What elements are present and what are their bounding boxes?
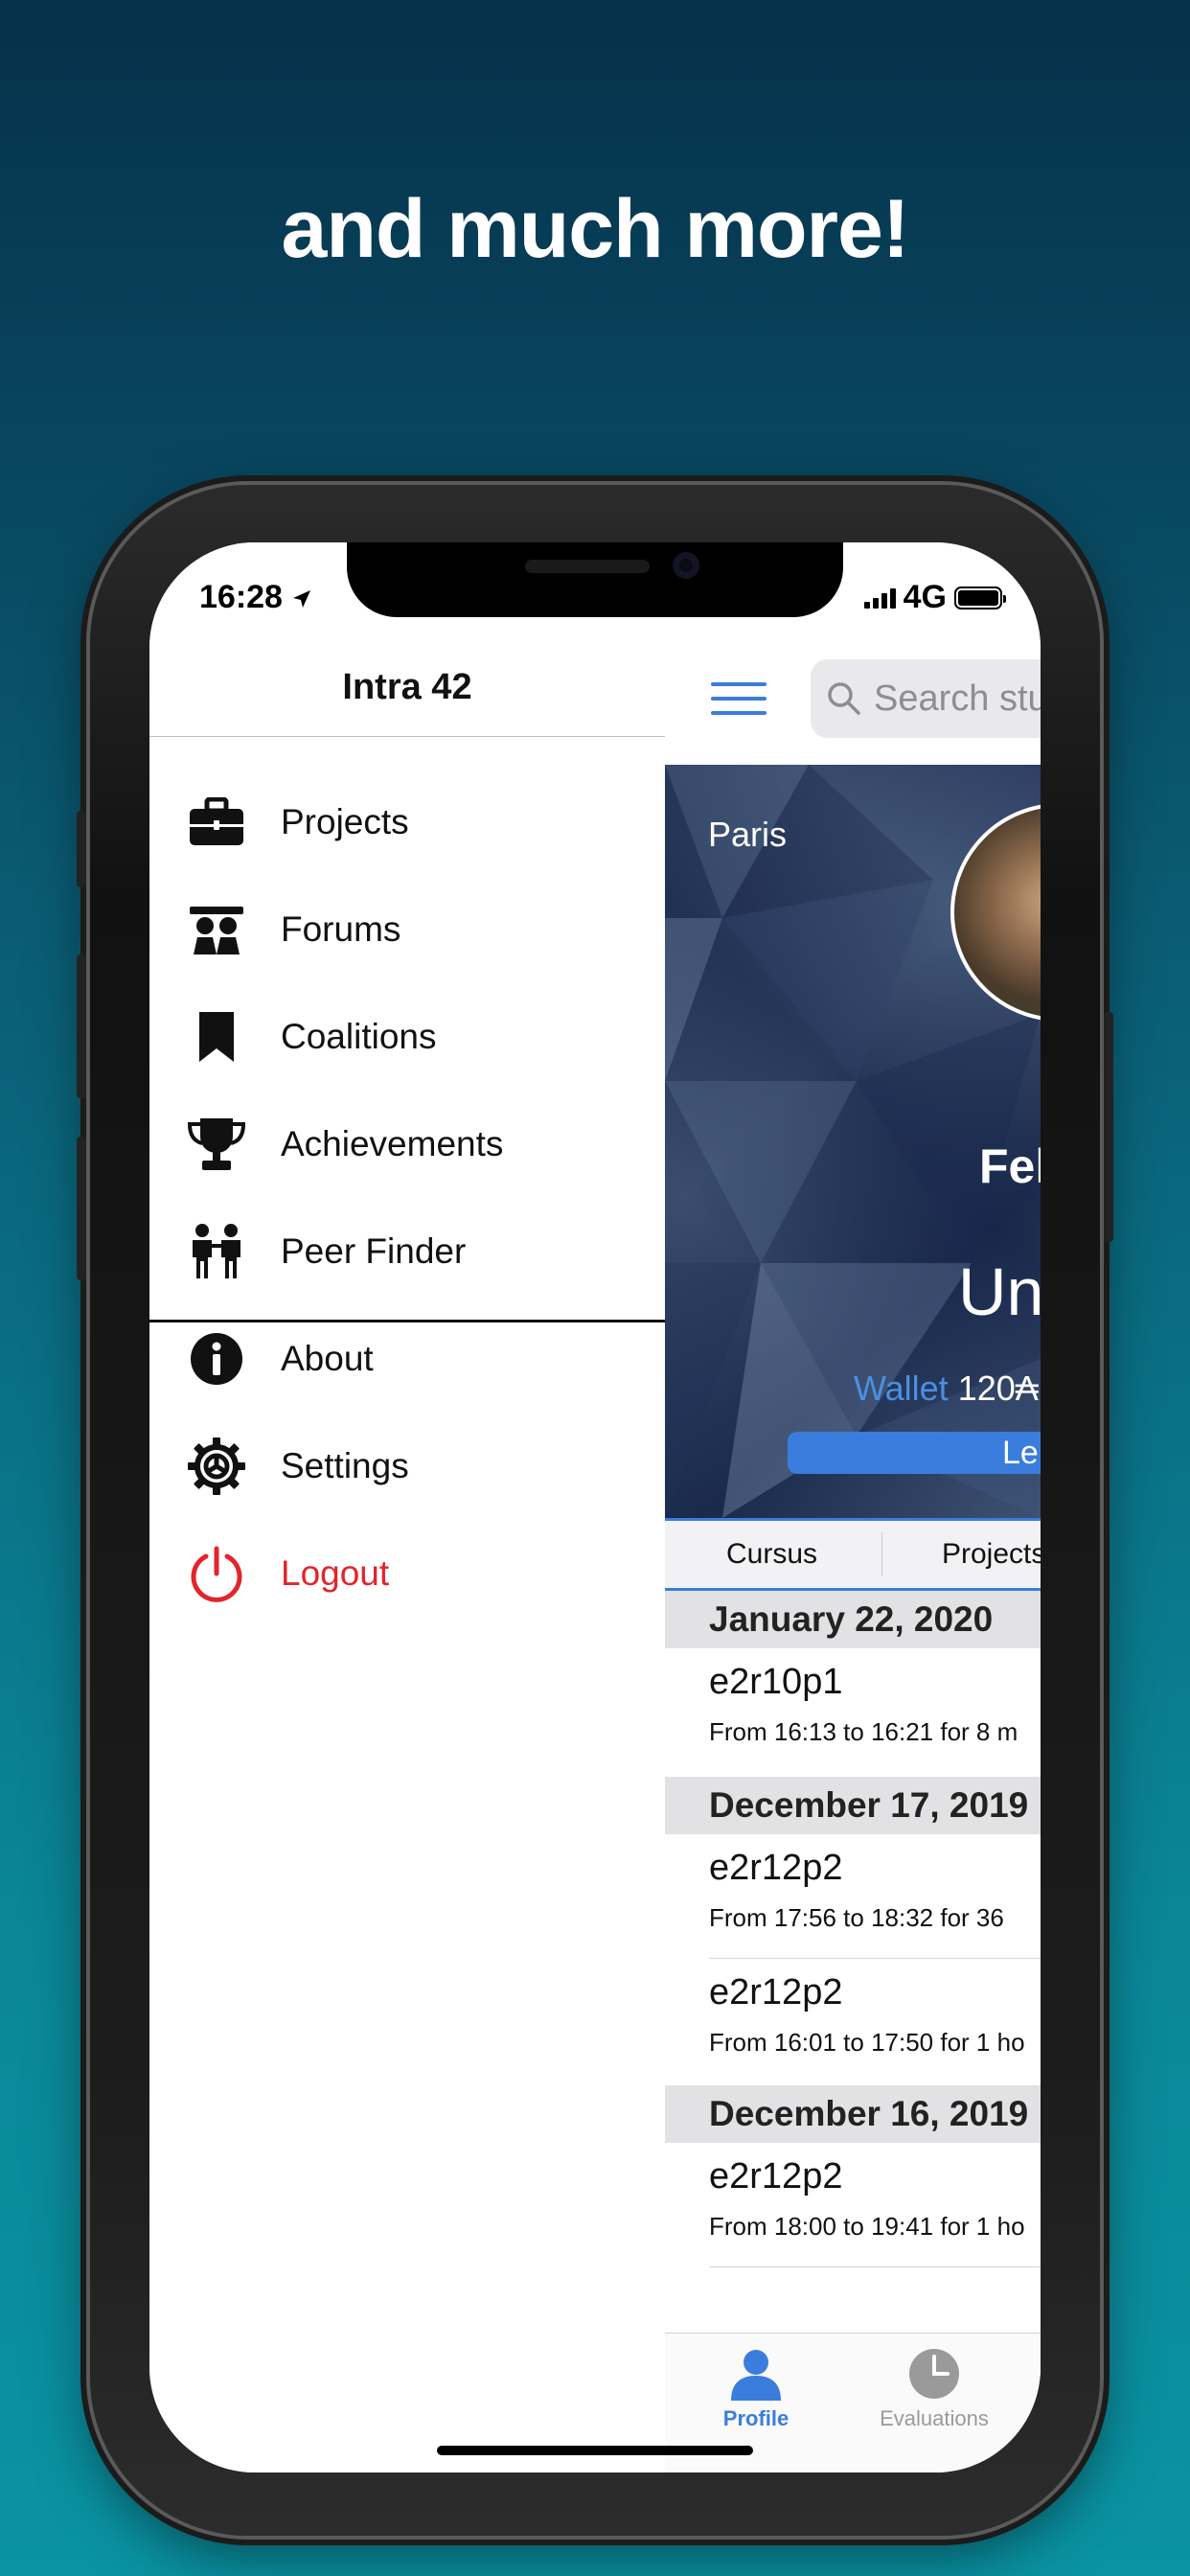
volume-up-button <box>77 954 86 1098</box>
side-drawer: Intra 42 Projects Forums Coalitions Achi… <box>149 542 665 2472</box>
segment-tabs: Cursus Projects <box>665 1518 1041 1591</box>
notch <box>347 542 843 617</box>
home-indicator[interactable] <box>437 2446 753 2455</box>
network-label: 4G <box>903 579 947 615</box>
tabbar-evaluations[interactable]: Evaluations <box>862 2347 1006 2431</box>
log-host: e2r12p2 <box>709 1972 843 2012</box>
menu-item-about[interactable]: About <box>149 1311 665 1407</box>
level-progress-bar: Le <box>788 1432 1041 1474</box>
search-icon <box>828 682 860 715</box>
trophy-icon <box>186 1114 247 1175</box>
menu-label-about: About <box>281 1339 374 1378</box>
battery-icon <box>954 586 1006 610</box>
menu-item-projects[interactable]: Projects <box>149 774 665 870</box>
menu-label-forums: Forums <box>281 909 401 949</box>
list-item[interactable]: e2r12p2 From 16:01 to 17:50 for 1 ho <box>665 1959 1041 2083</box>
list-item[interactable]: e2r12p2 From 18:00 to 19:41 for 1 ho <box>665 2143 1041 2267</box>
menu-label-peer-finder: Peer Finder <box>281 1231 467 1271</box>
menu-item-logout[interactable]: Logout <box>149 1526 665 1622</box>
wallet-label: Wallet <box>854 1368 949 1408</box>
menu-label-coalitions: Coalitions <box>281 1017 437 1056</box>
log-section-header: December 16, 2019 <box>665 2085 1041 2143</box>
profile-status: Un <box>958 1254 1041 1329</box>
main-content: Search stu Paris Fel Un <box>665 542 1041 2472</box>
status-time-text: 16:28 <box>199 579 283 615</box>
status-indicators: 4G <box>863 579 1006 616</box>
search-input[interactable]: Search stu <box>811 659 1041 738</box>
tabbar-profile[interactable]: Profile <box>684 2347 828 2431</box>
power-button <box>1104 1012 1113 1242</box>
power-icon <box>186 1543 247 1604</box>
search-placeholder: Search stu <box>874 678 1041 719</box>
status-time: 16:28 <box>199 579 312 616</box>
location-arrow-icon <box>293 590 311 608</box>
menu-item-peer-finder[interactable]: Peer Finder <box>149 1204 665 1300</box>
log-section-header: January 22, 2020 <box>665 1591 1041 1648</box>
tabbar-profile-label: Profile <box>722 2406 790 2430</box>
row-divider <box>709 2266 1041 2267</box>
gear-icon <box>186 1436 247 1497</box>
tab-cursus[interactable]: Cursus <box>726 1521 817 1588</box>
mute-switch <box>77 811 86 887</box>
phone-frame: 16:28 4G Intra 42 Projects Forums Coalit… <box>77 485 1113 2536</box>
screen: 16:28 4G Intra 42 Projects Forums Coalit… <box>149 542 1041 2472</box>
peer-finder-icon <box>186 1221 247 1282</box>
tab-separator <box>881 1532 882 1576</box>
menu-label-settings: Settings <box>281 1446 409 1485</box>
signal-icon <box>863 587 896 609</box>
menu-item-forums[interactable]: Forums <box>149 882 665 978</box>
wallet: Wallet 120₳ <box>854 1368 1039 1409</box>
log-detail: From 18:00 to 19:41 for 1 ho <box>709 2212 1025 2241</box>
clock-icon <box>909 2349 959 2399</box>
list-item[interactable]: e2r12p2 From 17:56 to 18:32 for 36 <box>665 1834 1041 1959</box>
log-host: e2r12p2 <box>709 1848 843 1888</box>
briefcase-icon <box>186 792 247 853</box>
list-item[interactable]: e2r10p1 From 16:13 to 16:21 for 8 m <box>665 1648 1041 1773</box>
log-detail: From 16:01 to 17:50 for 1 ho <box>709 2028 1025 2057</box>
front-camera <box>673 552 699 579</box>
drawer-title: Intra 42 <box>342 667 472 707</box>
profile-name: Fel <box>979 1139 1041 1193</box>
hamburger-menu-icon[interactable] <box>711 682 767 715</box>
forum-icon <box>186 899 247 960</box>
log-section-header: December 17, 2019 <box>665 1777 1041 1834</box>
drawer-header-divider <box>149 736 665 737</box>
menu-label-logout: Logout <box>281 1553 390 1593</box>
campus-city: Paris <box>708 815 788 854</box>
log-detail: From 16:13 to 16:21 for 8 m <box>709 1717 1018 1746</box>
log-host: e2r10p1 <box>709 1662 843 1702</box>
volume-down-button <box>77 1137 86 1280</box>
speaker <box>525 560 650 573</box>
log-detail: From 17:56 to 18:32 for 36 <box>709 1903 1004 1932</box>
menu-item-achievements[interactable]: Achievements <box>149 1096 665 1192</box>
tab-projects[interactable]: Projects <box>942 1521 1041 1588</box>
menu-item-coalitions[interactable]: Coalitions <box>149 989 665 1085</box>
bookmark-icon <box>186 1006 247 1068</box>
profile-icon <box>731 2350 781 2401</box>
menu-label-achievements: Achievements <box>281 1124 504 1163</box>
menu-label-projects: Projects <box>281 802 409 841</box>
wallet-value: 120₳ <box>957 1368 1039 1408</box>
headline: and much more! <box>281 183 910 275</box>
level-label: Le <box>1002 1434 1039 1471</box>
profile-banner: Paris Fel Un Wallet 120₳ Le <box>665 765 1041 1518</box>
menu-item-settings[interactable]: Settings <box>149 1418 665 1514</box>
tabbar-evaluations-label: Evaluations <box>880 2406 989 2430</box>
log-host: e2r12p2 <box>709 2156 843 2196</box>
info-icon <box>186 1328 247 1390</box>
